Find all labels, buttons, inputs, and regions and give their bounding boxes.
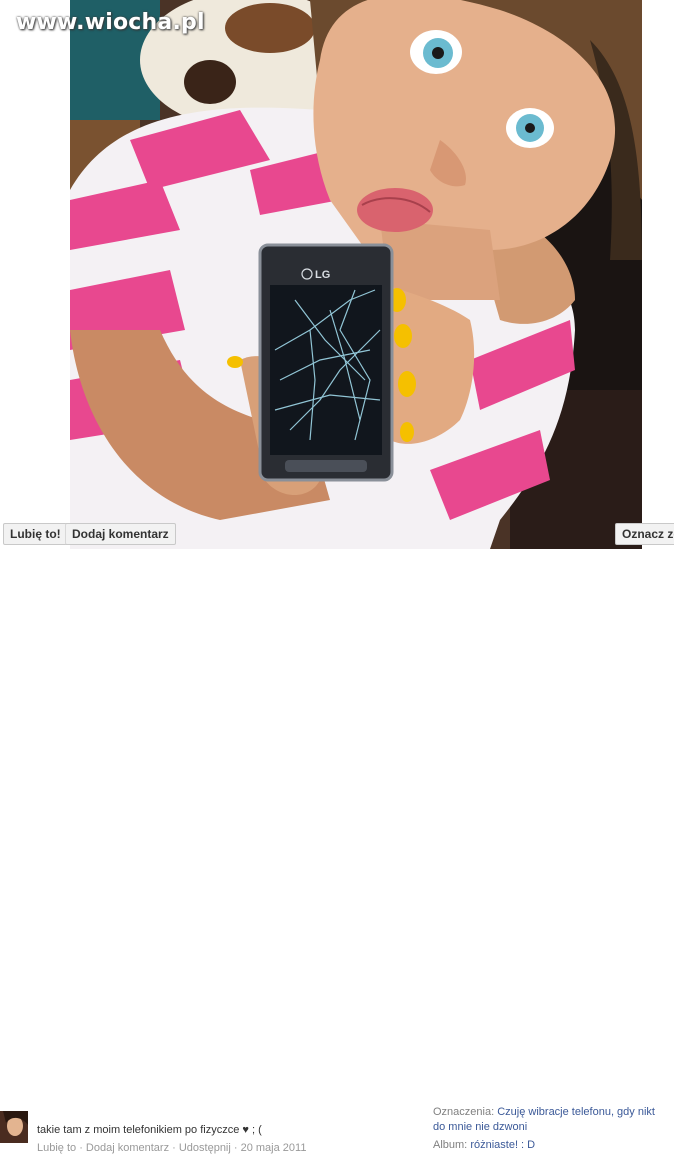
post-meta: Lubię to · Dodaj komentarz · Udostępnij …	[37, 1142, 307, 1154]
photo[interactable]: LG	[70, 0, 642, 549]
post-footer: takie tam z moim telefonikiem po fizyczc…	[0, 549, 674, 1154]
avatar[interactable]	[0, 1111, 28, 1143]
watermark-logo: www.wiocha.pl	[16, 10, 205, 35]
photo-image: LG	[70, 0, 642, 549]
tags-prefix: Oznaczenia:	[433, 1106, 495, 1118]
tag-photo-button[interactable]: Oznacz zdjęcie	[615, 523, 674, 545]
album-section: Album: różniaste! : D	[433, 1139, 535, 1151]
avatar-image	[0, 1111, 28, 1143]
add-comment-button[interactable]: Dodaj komentarz	[65, 523, 176, 545]
post-caption: takie tam z moim telefonikiem po fizyczc…	[37, 1124, 262, 1136]
album-link[interactable]: różniaste! : D	[470, 1139, 535, 1151]
like-button[interactable]: Lubię to!	[3, 523, 68, 545]
phone-brand-label: LG	[315, 269, 330, 281]
album-prefix: Album:	[433, 1139, 468, 1151]
photo-viewer: LG www.wiocha.pl Lubię to! Dodaj komenta…	[0, 0, 674, 549]
tags-section: Oznaczenia: Czuję wibracje telefonu, gdy…	[433, 1105, 663, 1135]
